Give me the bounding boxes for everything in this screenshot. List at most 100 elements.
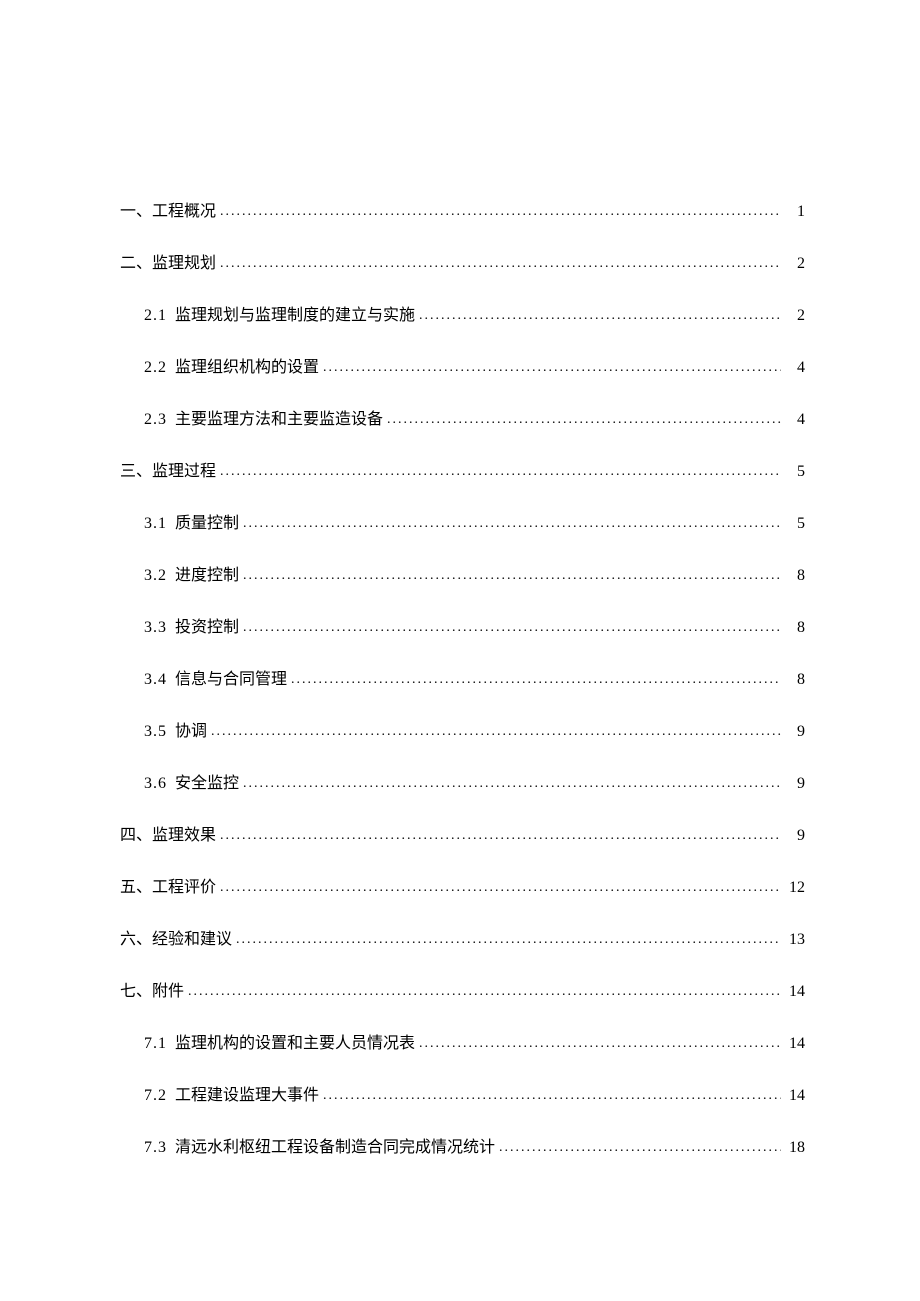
toc-title: 五、工程评价 (120, 879, 216, 896)
toc-title: 投资控制 (175, 619, 239, 636)
toc-label: 六、经验和建议 (120, 928, 232, 952)
toc-page-number: 8 (785, 668, 805, 692)
toc-label: 7.1 监理机构的设置和主要人员情况表 (144, 1032, 415, 1056)
toc-entry: 7.2 工程建设监理大事件 14 (120, 1084, 805, 1108)
toc-page-number: 14 (785, 980, 805, 1004)
toc-entry: 五、工程评价 12 (120, 876, 805, 900)
toc-leader-dots (220, 877, 781, 898)
toc-page-number: 14 (785, 1032, 805, 1056)
toc-title: 二、监理规划 (120, 255, 216, 272)
toc-page-number: 4 (785, 408, 805, 432)
toc-title: 四、监理效果 (120, 827, 216, 844)
toc-label: 一、工程概况 (120, 200, 216, 224)
toc-entry: 四、监理效果 9 (120, 824, 805, 848)
toc-label: 3.3 投资控制 (144, 616, 239, 640)
toc-entry: 7.3清远水利枢纽工程设备制造合同完成情况统计 18 (120, 1136, 805, 1160)
toc-label: 7.3清远水利枢纽工程设备制造合同完成情况统计 (144, 1136, 495, 1160)
toc-leader-dots (220, 825, 781, 846)
toc-label: 四、监理效果 (120, 824, 216, 848)
toc-leader-dots (243, 565, 781, 586)
toc-entry: 七、附件 14 (120, 980, 805, 1004)
toc-leader-dots (220, 201, 781, 222)
toc-label: 3.2 进度控制 (144, 564, 239, 588)
toc-number: 7.1 (144, 1035, 167, 1052)
toc-page-number: 1 (785, 200, 805, 224)
toc-label: 二、监理规划 (120, 252, 216, 276)
toc-title: 监理机构的设置和主要人员情况表 (175, 1035, 415, 1052)
toc-entry: 3.1 质量控制 5 (120, 512, 805, 536)
toc-entry: 3.3 投资控制 8 (120, 616, 805, 640)
toc-entry: 3.4信息与合同管理 8 (120, 668, 805, 692)
toc-number: 3.3 (144, 619, 167, 636)
toc-title: 工程建设监理大事件 (175, 1087, 319, 1104)
toc-label: 七、附件 (120, 980, 184, 1004)
toc-label: 2.1 监理规划与监理制度的建立与实施 (144, 304, 415, 328)
toc-title: 进度控制 (175, 567, 239, 584)
toc-page-number: 4 (785, 356, 805, 380)
toc-number: 2.3 (144, 411, 167, 428)
toc-entry: 2.2 监理组织机构的设置 4 (120, 356, 805, 380)
toc-label: 2.3 主要监理方法和主要监造设备 (144, 408, 383, 432)
toc-leader-dots (323, 357, 781, 378)
toc-label: 3.4信息与合同管理 (144, 668, 287, 692)
toc-entry: 3.2 进度控制 8 (120, 564, 805, 588)
toc-leader-dots (220, 461, 781, 482)
toc-title: 安全监控 (175, 775, 239, 792)
toc-label: 3.5 协调 (144, 720, 207, 744)
toc-leader-dots (291, 669, 781, 690)
toc-label: 7.2 工程建设监理大事件 (144, 1084, 319, 1108)
toc-leader-dots (323, 1085, 781, 1106)
toc-number: 7.2 (144, 1087, 167, 1104)
toc-page-number: 8 (785, 616, 805, 640)
toc-number: 2.2 (144, 359, 167, 376)
toc-entry: 3.5 协调 9 (120, 720, 805, 744)
toc-number: 3.6 (144, 775, 167, 792)
table-of-contents: 一、工程概况 1 二、监理规划 2 2.1 监理规划与监理制度的建立与实施 2 2.2 监理组织… (120, 200, 805, 1160)
toc-number: 2.1 (144, 307, 167, 324)
toc-number: 3.5 (144, 723, 167, 740)
toc-label: 3.1 质量控制 (144, 512, 239, 536)
toc-number: 3.4 (144, 671, 167, 688)
toc-title: 质量控制 (175, 515, 239, 532)
toc-leader-dots (188, 981, 781, 1002)
toc-title: 三、监理过程 (120, 463, 216, 480)
toc-leader-dots (387, 409, 781, 430)
toc-page-number: 18 (785, 1136, 805, 1160)
toc-entry: 六、经验和建议 13 (120, 928, 805, 952)
toc-number: 3.2 (144, 567, 167, 584)
toc-title: 监理规划与监理制度的建立与实施 (175, 307, 415, 324)
toc-page-number: 5 (785, 460, 805, 484)
toc-leader-dots (499, 1137, 781, 1158)
toc-leader-dots (243, 513, 781, 534)
toc-leader-dots (419, 1033, 781, 1054)
toc-title: 协调 (175, 723, 207, 740)
toc-page-number: 13 (785, 928, 805, 952)
toc-page-number: 9 (785, 824, 805, 848)
toc-leader-dots (236, 929, 781, 950)
toc-leader-dots (211, 721, 781, 742)
toc-page-number: 9 (785, 720, 805, 744)
toc-entry: 2.3 主要监理方法和主要监造设备 4 (120, 408, 805, 432)
toc-number: 3.1 (144, 515, 167, 532)
toc-page-number: 8 (785, 564, 805, 588)
toc-page-number: 14 (785, 1084, 805, 1108)
toc-leader-dots (419, 305, 781, 326)
toc-page-number: 2 (785, 304, 805, 328)
toc-entry: 二、监理规划 2 (120, 252, 805, 276)
toc-leader-dots (243, 617, 781, 638)
toc-page-number: 9 (785, 772, 805, 796)
toc-title: 主要监理方法和主要监造设备 (175, 411, 383, 428)
toc-page-number: 12 (785, 876, 805, 900)
toc-entry: 三、监理过程 5 (120, 460, 805, 484)
toc-label: 五、工程评价 (120, 876, 216, 900)
toc-title: 一、工程概况 (120, 203, 216, 220)
toc-page-number: 2 (785, 252, 805, 276)
toc-page-number: 5 (785, 512, 805, 536)
toc-title: 七、附件 (120, 983, 184, 1000)
toc-label: 3.6 安全监控 (144, 772, 239, 796)
toc-label: 三、监理过程 (120, 460, 216, 484)
toc-leader-dots (220, 253, 781, 274)
toc-title: 清远水利枢纽工程设备制造合同完成情况统计 (175, 1139, 495, 1156)
toc-title: 监理组织机构的设置 (175, 359, 319, 376)
toc-leader-dots (243, 773, 781, 794)
